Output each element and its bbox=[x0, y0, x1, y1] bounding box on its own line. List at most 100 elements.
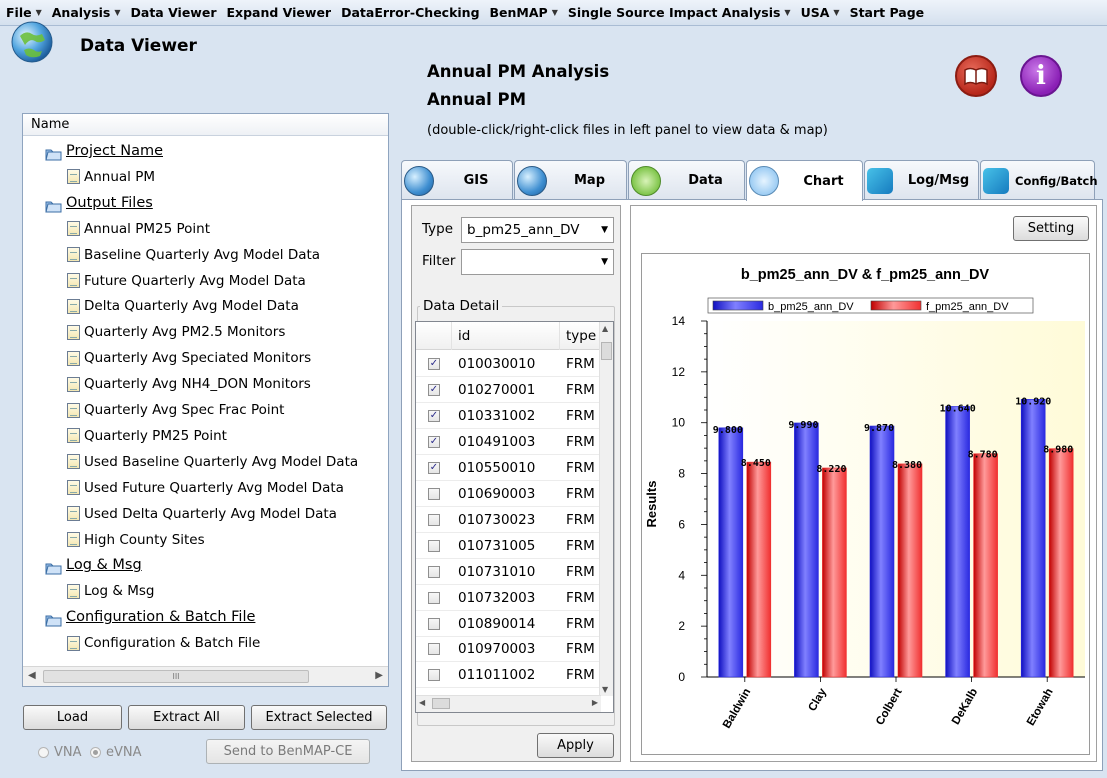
tree-group[interactable]: Log & Msg bbox=[45, 552, 142, 578]
table-row[interactable]: 010730023 FRM bbox=[416, 507, 601, 533]
table-row[interactable]: ✓ 010331002 FRM bbox=[416, 403, 601, 429]
row-checkbox[interactable]: ✓ bbox=[428, 461, 440, 474]
scroll-right-icon[interactable]: ▶ bbox=[375, 670, 383, 681]
radio-vna-dot[interactable] bbox=[38, 747, 49, 758]
tree-item[interactable]: Delta Quarterly Avg Model Data bbox=[67, 293, 299, 319]
cell-id: 010890014 bbox=[458, 615, 536, 632]
scroll-left-icon[interactable]: ◀ bbox=[28, 670, 36, 681]
data-detail-label: Data Detail bbox=[420, 298, 503, 314]
tab-log-msg[interactable]: Log/Msg bbox=[864, 160, 979, 200]
filter-label: Filter bbox=[422, 253, 456, 269]
tree-item[interactable]: Quarterly Avg Speciated Monitors bbox=[67, 345, 311, 371]
cell-type: FRM bbox=[566, 459, 595, 476]
info-icon[interactable]: i bbox=[1020, 55, 1062, 97]
menu-start-page[interactable]: Start Page bbox=[850, 5, 925, 20]
tree-item[interactable]: Log & Msg bbox=[67, 578, 154, 604]
table-row[interactable]: 010732003 FRM bbox=[416, 585, 601, 611]
row-checkbox[interactable] bbox=[428, 643, 440, 656]
table-row[interactable]: ✓ 010030010 FRM bbox=[416, 351, 601, 377]
tree-item[interactable]: Quarterly Avg NH4_DON Monitors bbox=[67, 371, 311, 397]
table-row[interactable]: 010970003 FRM bbox=[416, 636, 601, 663]
scroll-thumb[interactable]: III bbox=[43, 670, 309, 683]
grid-vertical-scrollbar[interactable]: ▲ ▼ bbox=[599, 322, 613, 696]
grid-header-type[interactable]: type bbox=[560, 322, 601, 350]
tree-item[interactable]: Used Future Quarterly Avg Model Data bbox=[67, 475, 344, 501]
row-checkbox[interactable] bbox=[428, 487, 440, 500]
bar-f_pm25_ann_DV-Etowah bbox=[1048, 448, 1074, 678]
scroll-down-icon[interactable]: ▼ bbox=[602, 685, 608, 694]
table-row[interactable]: 010731010 FRM bbox=[416, 559, 601, 585]
table-row[interactable]: ✓ 010550010 FRM bbox=[416, 455, 601, 481]
menu-usa[interactable]: USA ▼ bbox=[801, 5, 840, 20]
tree-group[interactable]: Project Name bbox=[45, 138, 163, 164]
send-to-benmap-button[interactable]: Send to BenMAP-CE bbox=[206, 739, 370, 764]
apply-button[interactable]: Apply bbox=[537, 733, 614, 758]
extract-selected-button[interactable]: Extract Selected bbox=[251, 705, 387, 730]
menu-dataerror-checking[interactable]: DataError-Checking bbox=[341, 5, 479, 20]
menu-benmap[interactable]: BenMAP ▼ bbox=[490, 5, 558, 20]
row-checkbox[interactable] bbox=[428, 617, 440, 630]
tree-item[interactable]: Configuration & Batch File bbox=[67, 630, 260, 656]
tree-item[interactable]: Used Delta Quarterly Avg Model Data bbox=[67, 501, 337, 527]
row-checkbox[interactable] bbox=[428, 513, 440, 526]
cell-id: 010731010 bbox=[458, 563, 536, 580]
table-row[interactable]: 010690003 FRM bbox=[416, 481, 601, 507]
tab-config-batch[interactable]: Config/Batch bbox=[980, 160, 1098, 200]
grid-scroll-thumb[interactable] bbox=[601, 342, 612, 360]
data-label: 10.920 bbox=[1015, 396, 1051, 407]
radio-evna[interactable]: eVNA bbox=[90, 745, 142, 760]
row-checkbox[interactable] bbox=[428, 565, 440, 578]
row-checkbox[interactable] bbox=[428, 591, 440, 604]
tree-item[interactable]: Quarterly PM25 Point bbox=[67, 423, 227, 449]
tree-item[interactable]: Used Baseline Quarterly Avg Model Data bbox=[67, 449, 358, 475]
tree-item[interactable]: Quarterly Avg PM2.5 Monitors bbox=[67, 319, 285, 345]
data-viewer-globe-icon bbox=[10, 20, 54, 64]
row-checkbox[interactable] bbox=[428, 669, 440, 682]
row-checkbox[interactable]: ✓ bbox=[428, 409, 440, 422]
tree-item[interactable]: Quarterly Avg Spec Frac Point bbox=[67, 397, 284, 423]
tree-item[interactable]: Baseline Quarterly Avg Model Data bbox=[67, 242, 320, 268]
menu-data-viewer[interactable]: Data Viewer bbox=[131, 5, 217, 20]
scroll-right-icon[interactable]: ▶ bbox=[592, 698, 598, 707]
load-button[interactable]: Load bbox=[23, 705, 122, 730]
tree-group[interactable]: Configuration & Batch File bbox=[45, 604, 255, 630]
grid-horizontal-scrollbar[interactable]: ◀ ▶ bbox=[416, 695, 601, 712]
radio-evna-dot[interactable] bbox=[90, 747, 101, 758]
tab-chart[interactable]: Chart bbox=[746, 160, 863, 201]
tree-item[interactable]: Annual PM25 Point bbox=[67, 216, 210, 242]
tree-item[interactable]: High County Sites bbox=[67, 527, 205, 553]
tree-item[interactable]: Future Quarterly Avg Model Data bbox=[67, 268, 306, 294]
file-tree[interactable]: Name Project Name Annual PM Output Files An… bbox=[22, 113, 389, 687]
scroll-left-icon[interactable]: ◀ bbox=[419, 698, 425, 707]
tab-gis[interactable]: GIS bbox=[401, 160, 513, 200]
menu-expand-viewer[interactable]: Expand Viewer bbox=[227, 5, 332, 20]
extract-all-button[interactable]: Extract All bbox=[128, 705, 245, 730]
row-checkbox[interactable]: ✓ bbox=[428, 358, 440, 370]
menu-file[interactable]: File ▼ bbox=[6, 5, 42, 20]
table-row[interactable]: 010731005 FRM bbox=[416, 533, 601, 559]
tree-horizontal-scrollbar[interactable]: ◀ III ▶ bbox=[23, 666, 388, 686]
tree-group[interactable]: Output Files bbox=[45, 190, 153, 216]
scroll-up-icon[interactable]: ▲ bbox=[602, 324, 608, 333]
tree-item[interactable]: Annual PM bbox=[67, 164, 155, 190]
table-row[interactable]: ✓ 010270001 FRM bbox=[416, 377, 601, 403]
tab-map[interactable]: Map bbox=[514, 160, 627, 200]
tab-data[interactable]: Data bbox=[628, 160, 745, 200]
menu-single-source-impact-analysis[interactable]: Single Source Impact Analysis ▼ bbox=[568, 5, 791, 20]
table-row[interactable]: ✓ 010491003 FRM bbox=[416, 429, 601, 455]
row-checkbox[interactable]: ✓ bbox=[428, 383, 440, 396]
help-book-icon[interactable] bbox=[955, 55, 997, 97]
type-select[interactable]: b_pm25_ann_DV ▼ bbox=[461, 217, 614, 243]
grid-header-id[interactable]: id bbox=[452, 322, 560, 350]
cell-type: FRM bbox=[566, 589, 595, 606]
radio-vna[interactable]: VNA bbox=[38, 745, 82, 760]
data-grid[interactable]: id type ✓ 010030010 FRM ✓ 010270001 FRM ✓ 01033… bbox=[415, 321, 614, 713]
filter-select[interactable]: ▼ bbox=[461, 249, 614, 275]
menu-analysis[interactable]: Analysis ▼ bbox=[52, 5, 121, 20]
setting-button[interactable]: Setting bbox=[1013, 216, 1089, 241]
grid-hscroll-thumb[interactable] bbox=[432, 698, 450, 709]
row-checkbox[interactable]: ✓ bbox=[428, 435, 440, 448]
table-row[interactable]: 010890014 FRM bbox=[416, 611, 601, 637]
table-row[interactable]: 011011002 FRM bbox=[416, 662, 601, 689]
row-checkbox[interactable] bbox=[428, 539, 440, 552]
